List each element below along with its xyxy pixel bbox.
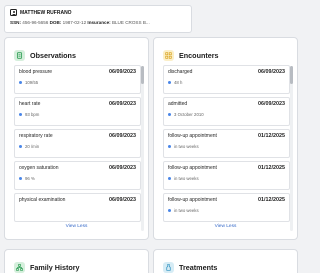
item-name: discharged	[168, 69, 193, 75]
list-item[interactable]: follow-up appointment 01/12/2025 in two w…	[163, 193, 290, 222]
patient-name-row: MATTHEW RUFRANO	[10, 9, 186, 16]
item-date: 06/09/2023	[109, 101, 136, 107]
item-date: 06/09/2023	[258, 101, 285, 107]
encounters-header: Encounters	[154, 38, 297, 64]
encounters-title: Encounters	[179, 50, 219, 60]
item-name: oxygen saturation	[19, 165, 59, 171]
observations-scrollbar[interactable]	[141, 66, 144, 231]
encounters-view-less-link[interactable]: View Less	[154, 224, 297, 229]
treatments-panel[interactable]: Treatments	[153, 249, 298, 273]
document-icon	[14, 49, 25, 61]
family-history-header: Family History	[5, 250, 148, 273]
list-item[interactable]: follow-up appointment 01/12/2025 in two w…	[163, 129, 290, 158]
bullet-dot-icon	[19, 113, 22, 116]
family-tree-icon	[14, 261, 25, 273]
bullet-dot-icon	[19, 177, 22, 180]
item-value: 109/55	[25, 80, 39, 85]
family-history-title: Family History	[30, 262, 80, 272]
item-value: 3 October 2010	[174, 112, 204, 117]
item-name: follow-up appointment	[168, 133, 217, 139]
list-item[interactable]: blood pressure 06/09/2023 109/55	[14, 65, 141, 94]
list-item[interactable]: heart rate 06/09/2023 93 bpm	[14, 97, 141, 126]
bullet-dot-icon	[168, 113, 171, 116]
bullet-dot-icon	[168, 81, 171, 84]
item-name: blood pressure	[19, 69, 53, 75]
item-name: respiratory rate	[19, 133, 53, 139]
dob-value: 1987-02-12	[62, 20, 87, 25]
list-item[interactable]: follow-up appointment 01/12/2025 in two w…	[163, 161, 290, 190]
encounters-icon	[163, 49, 174, 61]
observations-title: Observations	[30, 50, 76, 60]
dob-label: DOB:	[49, 20, 62, 25]
item-name: physical examination	[19, 197, 66, 203]
treatments-title: Treatments	[179, 262, 218, 272]
encounters-panel: Encounters discharged 06/09/2023 48 h adm…	[153, 37, 298, 240]
item-value: in two weeks	[174, 144, 199, 149]
list-item[interactable]: respiratory rate 06/09/2023 20 /min	[14, 129, 141, 158]
bullet-dot-icon	[19, 81, 22, 84]
patient-card: MATTHEW RUFRANO SSN: 456-96-5656 DOB: 19…	[4, 5, 192, 33]
ssn-label: SSN:	[10, 20, 21, 25]
item-date: 06/09/2023	[109, 133, 136, 139]
item-name: follow-up appointment	[168, 165, 217, 171]
item-date: 01/12/2025	[258, 197, 285, 203]
bullet-dot-icon	[168, 177, 171, 180]
bullet-dot-icon	[168, 209, 171, 212]
insurance-value: BLUE CROSS B...	[111, 20, 150, 25]
encounters-list: discharged 06/09/2023 48 h admitted 06/09/…	[163, 65, 290, 232]
bullet-dot-icon	[19, 145, 22, 148]
encounters-scrollbar[interactable]	[290, 66, 293, 231]
item-name: follow-up appointment	[168, 197, 217, 203]
item-date: 06/09/2023	[109, 165, 136, 171]
item-value: in two weeks	[174, 176, 199, 181]
list-item[interactable]: oxygen saturation 06/09/2023 96 %	[14, 161, 141, 190]
item-date: 06/09/2023	[109, 197, 136, 203]
item-date: 06/09/2023	[258, 69, 285, 75]
patient-meta: SSN: 456-96-5656 DOB: 1987-02-12 Insuran…	[10, 20, 186, 25]
item-name: admitted	[168, 101, 188, 107]
item-value: 96 %	[25, 176, 35, 181]
item-name: heart rate	[19, 101, 41, 107]
patient-name: MATTHEW RUFRANO	[20, 9, 72, 16]
scrollbar-thumb[interactable]	[141, 66, 144, 84]
family-history-panel[interactable]: Family History	[4, 249, 149, 273]
bullet-dot-icon	[168, 145, 171, 148]
observations-panel: Observations blood pressure 06/09/2023 10…	[4, 37, 149, 240]
scrollbar-thumb[interactable]	[290, 66, 293, 84]
observations-header: Observations	[5, 38, 148, 64]
person-icon	[10, 9, 17, 16]
treatments-header: Treatments	[154, 250, 297, 273]
medicine-icon	[163, 261, 174, 273]
item-date: 01/12/2025	[258, 133, 285, 139]
item-value: 48 h	[174, 80, 183, 85]
item-value: 93 bpm	[25, 112, 40, 117]
item-date: 01/12/2025	[258, 165, 285, 171]
item-value: 20 /min	[25, 144, 40, 149]
list-item[interactable]: admitted 06/09/2023 3 October 2010	[163, 97, 290, 126]
list-item[interactable]: physical examination 06/09/2023	[14, 193, 141, 222]
observations-list: blood pressure 06/09/2023 109/55 heart ra…	[14, 65, 141, 232]
list-item[interactable]: discharged 06/09/2023 48 h	[163, 65, 290, 94]
insurance-label: Insurance:	[87, 20, 111, 25]
item-date: 06/09/2023	[109, 69, 136, 75]
item-value: in two weeks	[174, 208, 199, 213]
ssn-value: 456-96-5656	[22, 20, 49, 25]
observations-view-less-link[interactable]: View Less	[5, 224, 148, 229]
